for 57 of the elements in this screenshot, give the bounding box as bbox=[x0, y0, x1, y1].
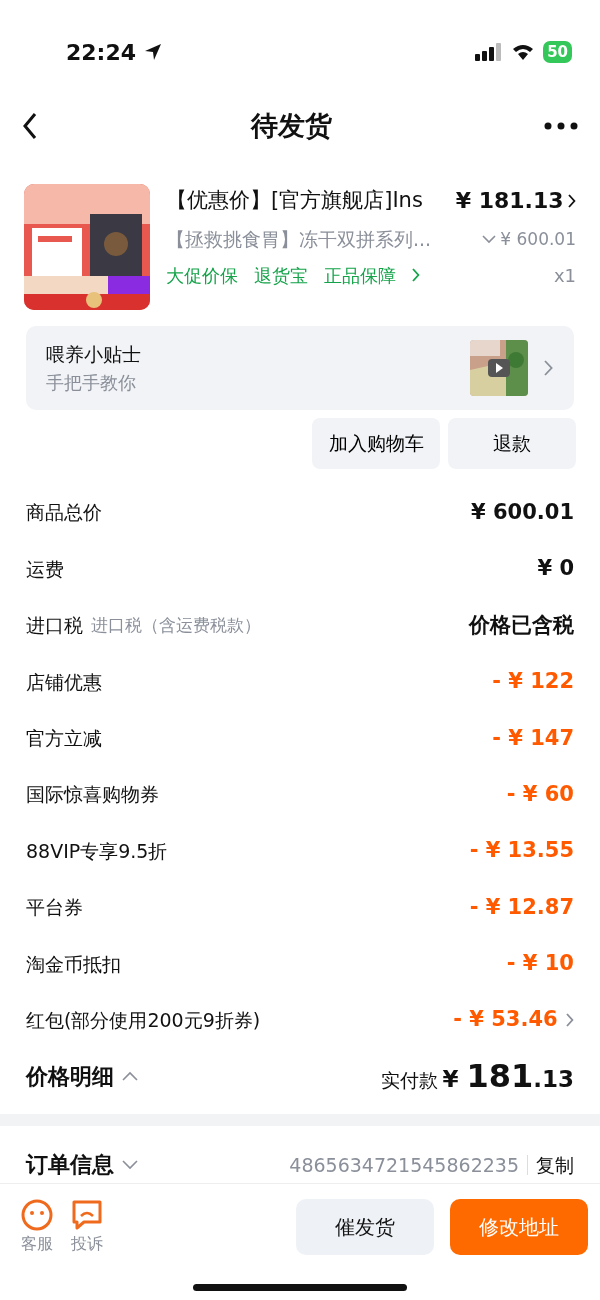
product-title: 【优惠价】[官方旗舰店]Ins bbox=[166, 186, 423, 214]
fee-value: - ¥ 13.55 bbox=[469, 837, 574, 865]
original-price: ¥ 600.01 bbox=[500, 227, 576, 251]
chevron-down-icon[interactable] bbox=[122, 1159, 138, 1170]
fee-value: ¥ 0 bbox=[537, 555, 574, 583]
fee-value: - ¥ 10 bbox=[506, 950, 574, 978]
fee-value: - ¥ 12.87 bbox=[469, 893, 574, 921]
product-subtitle: 【拯救挑食胃】冻干双拼系列... bbox=[166, 227, 432, 252]
chevron-up-icon[interactable] bbox=[122, 1071, 138, 1082]
product-price: ¥ 181.13 bbox=[455, 187, 564, 215]
fee-value: - ¥ 122 bbox=[492, 668, 574, 696]
fee-label: 国际惊喜购物券 bbox=[26, 782, 159, 808]
chevron-down-icon bbox=[482, 234, 497, 244]
tips-title: 喂养小贴士 bbox=[46, 342, 141, 368]
add-to-cart-button[interactable]: 加入购物车 bbox=[312, 418, 440, 469]
paid-label: 实付款 bbox=[381, 1068, 439, 1094]
play-icon bbox=[488, 359, 511, 377]
fee-value: - ¥ 53.46 bbox=[453, 1006, 558, 1034]
wifi-icon bbox=[511, 43, 536, 61]
refund-button[interactable]: 退款 bbox=[448, 418, 576, 469]
signal-icon bbox=[475, 43, 504, 61]
tips-card[interactable]: 喂养小贴士 手把手教你 bbox=[26, 326, 574, 410]
service-tag: 退货宝 bbox=[254, 261, 308, 289]
chevron-right-icon bbox=[412, 268, 421, 282]
fee-label: 进口税 bbox=[26, 613, 83, 639]
fee-label: 平台券 bbox=[26, 895, 83, 921]
fee-value: 价格已含税 bbox=[469, 611, 574, 639]
summary-title: 价格明细 bbox=[26, 1062, 114, 1091]
fee-label: 店铺优惠 bbox=[26, 669, 102, 695]
fee-label: 淘金币抵扣 bbox=[26, 951, 121, 977]
page-title: 待发货 bbox=[250, 108, 332, 143]
fee-value: - ¥ 60 bbox=[506, 780, 574, 808]
fee-value: ¥ 600.01 bbox=[471, 498, 574, 526]
quantity: x1 bbox=[553, 263, 576, 288]
fee-label: 商品总价 bbox=[26, 500, 102, 526]
status-time: 22:24 bbox=[66, 38, 137, 67]
fee-label: 运费 bbox=[26, 556, 64, 582]
more-icon[interactable] bbox=[544, 122, 578, 130]
chevron-right-icon bbox=[544, 360, 554, 376]
tips-subtitle: 手把手教你 bbox=[46, 370, 137, 395]
service-tag: 大促价保 bbox=[166, 261, 238, 289]
fee-note: 进口税（含运费税款） bbox=[91, 613, 261, 637]
fee-label: 官方立减 bbox=[26, 726, 102, 751]
fee-label: 红包(部分使用200元9折券) bbox=[26, 1007, 261, 1033]
battery-indicator: 50 bbox=[543, 41, 572, 63]
paid-amount: ¥ 181.13 bbox=[442, 1056, 574, 1098]
fee-label: 88VIP专享9.5折 bbox=[26, 838, 168, 864]
location-arrow-icon bbox=[144, 43, 163, 61]
order-number: 4865634721545862235 bbox=[289, 1152, 519, 1178]
urge-shipping-button[interactable]: 催发货 bbox=[296, 1199, 434, 1256]
chat-face-icon[interactable] bbox=[20, 1198, 54, 1233]
copy-link[interactable]: 复制 bbox=[536, 1150, 574, 1180]
chevron-right-icon bbox=[567, 193, 576, 208]
back-icon[interactable] bbox=[22, 112, 38, 140]
order-info-title: 订单信息 bbox=[26, 1151, 114, 1180]
fee-value: - ¥ 147 bbox=[492, 724, 574, 752]
service-tag: 正品保障 bbox=[324, 261, 396, 289]
